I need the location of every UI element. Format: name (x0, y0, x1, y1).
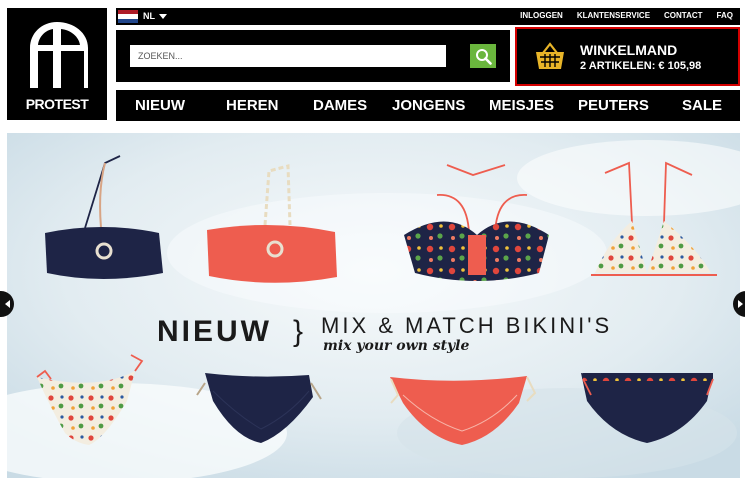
basket-icon (536, 42, 564, 69)
chevron-right-icon (737, 300, 743, 308)
login-link[interactable]: INLOGGEN (520, 11, 563, 20)
faq-link[interactable]: FAQ (717, 11, 733, 20)
chevron-left-icon (4, 300, 10, 308)
cart-summary: 2 ARTIKELEN: € 105,98 (580, 60, 702, 72)
language-selector[interactable]: NL (143, 11, 155, 21)
nav-item-jongens[interactable]: JONGENS (392, 97, 465, 114)
hero-separator: } (293, 315, 304, 348)
nav-item-sale[interactable]: SALE (682, 97, 722, 114)
top-bar: NL INLOGGEN KLANTENSERVICE CONTACT FAQ (116, 8, 740, 25)
nav-item-heren[interactable]: HEREN (226, 97, 279, 114)
nav-item-dames[interactable]: DAMES (313, 97, 367, 114)
customer-service-link[interactable]: KLANTENSERVICE (577, 11, 650, 20)
hero-image (7, 133, 740, 478)
search-input[interactable] (130, 45, 446, 67)
hero-subtitle: mix your own style (323, 338, 470, 354)
search-button[interactable] (470, 44, 496, 68)
cart-title: WINKELMAND (580, 42, 678, 58)
search-bar (116, 30, 510, 82)
hero-headline: NIEUW (157, 315, 272, 348)
search-icon (475, 48, 492, 65)
chevron-down-icon[interactable] (159, 14, 167, 19)
brand-name: PROTEST (25, 96, 89, 112)
netherlands-flag-icon[interactable] (118, 10, 138, 23)
main-nav: NIEUW HEREN DAMES JONGENS MEISJES PEUTER… (116, 90, 740, 121)
top-links: INLOGGEN KLANTENSERVICE CONTACT FAQ (520, 11, 733, 20)
nav-item-nieuw[interactable]: NIEUW (135, 97, 185, 114)
nav-item-meisjes[interactable]: MEISJES (489, 97, 554, 114)
contact-link[interactable]: CONTACT (664, 11, 703, 20)
hero-banner[interactable]: NIEUW } MIX & MATCH BIKINI'S mix your ow… (7, 133, 740, 478)
shopping-cart-button[interactable]: WINKELMAND 2 ARTIKELEN: € 105,98 (515, 27, 740, 86)
nav-item-peuters[interactable]: PEUTERS (578, 97, 649, 114)
protest-logo-icon (30, 22, 88, 88)
protest-logo[interactable]: PROTEST (7, 8, 107, 120)
hero-title: MIX & MATCH BIKINI'S (321, 313, 613, 338)
